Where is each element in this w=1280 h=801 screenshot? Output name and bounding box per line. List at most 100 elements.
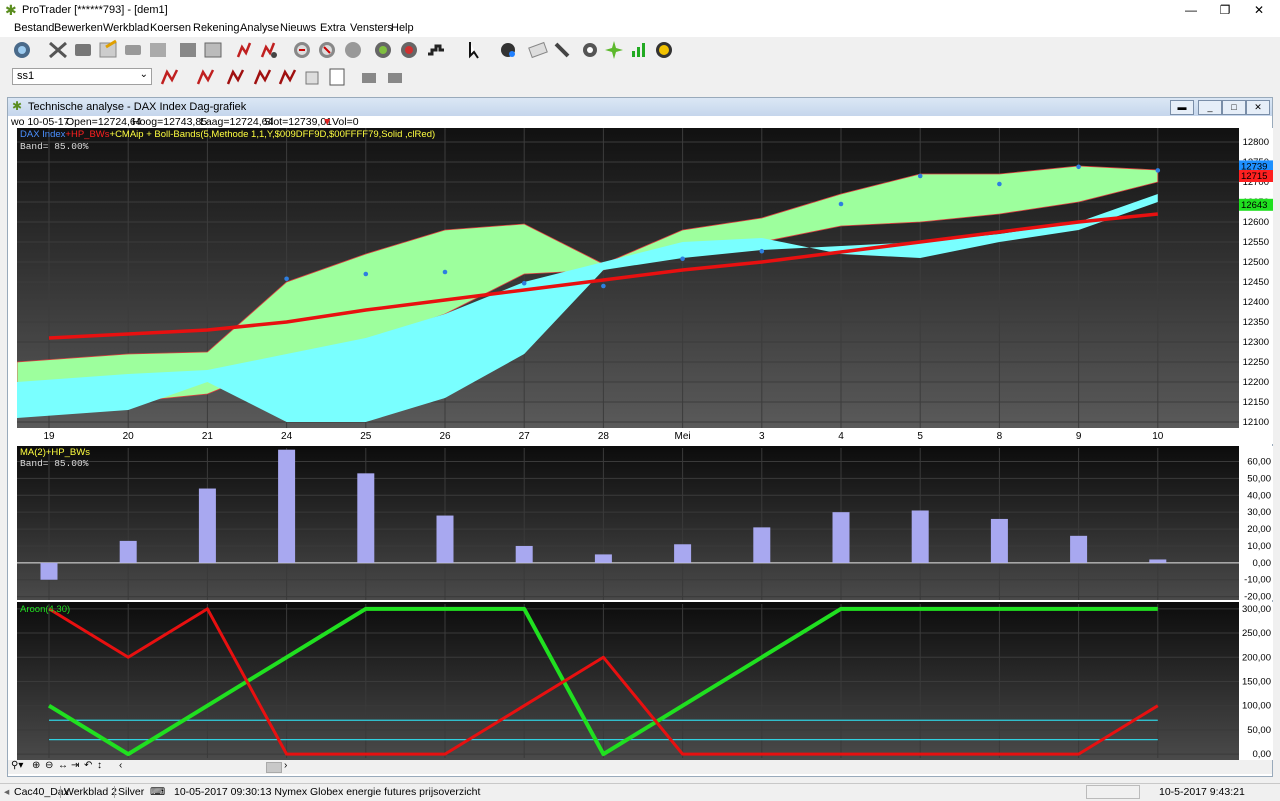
- close-button[interactable]: ✕: [1236, 0, 1280, 20]
- legend-hp: +HP_BWs: [65, 129, 109, 140]
- menu-help[interactable]: Help: [391, 22, 414, 34]
- aroon-tick-label: 200,00: [1242, 652, 1271, 663]
- date-tick-label: 28: [598, 431, 610, 442]
- price-tick-label: 12800: [1243, 137, 1269, 148]
- sheet-tab-silver[interactable]: Silver: [114, 786, 144, 798]
- dax-price-point: [442, 269, 448, 275]
- date-tick-label: 9: [1076, 431, 1082, 442]
- keyboard-icon: ⌨: [150, 786, 166, 798]
- scroll-left-arrow[interactable]: ‹: [119, 760, 122, 771]
- price-tick-label: 12500: [1243, 257, 1269, 268]
- x-axis-strip: [17, 428, 1239, 444]
- menu-bewerken[interactable]: Bewerken: [54, 22, 103, 34]
- sheet-tabs-arrow[interactable]: ◂: [4, 786, 9, 798]
- date-tick-label: 10: [1152, 431, 1164, 442]
- dax-price-point: [1076, 164, 1081, 170]
- horizontal-scroll-thumb[interactable]: [266, 762, 282, 773]
- oscillator-bar: [1149, 559, 1167, 563]
- dax-price-point: [521, 280, 527, 286]
- oscillator-bar: [436, 515, 454, 563]
- oscillator-bar: [674, 544, 692, 563]
- chevron-down-icon[interactable]: ⌄: [140, 69, 148, 80]
- aroon-tick-label: 50,00: [1247, 725, 1271, 736]
- menu-bestand[interactable]: Bestand: [14, 22, 54, 34]
- zoom-in-icon[interactable]: ⊕: [32, 760, 40, 771]
- menu-analyse[interactable]: Analyse: [240, 22, 279, 34]
- app-icon: ✱: [12, 99, 23, 113]
- date-tick-label: 27: [519, 431, 531, 442]
- dax-price-point: [838, 201, 844, 207]
- info-open: Open=12724,64: [66, 116, 142, 128]
- close-button[interactable]: ✕: [1246, 100, 1270, 115]
- oscillator-tick-label: -20,00: [1244, 592, 1271, 603]
- worksheet-select-value: ss1: [17, 70, 35, 82]
- search-icon[interactable]: ⚲▾: [11, 760, 23, 771]
- date-tick-label: 24: [281, 431, 293, 442]
- legend-dax: DAX Index: [20, 129, 66, 140]
- menu-vensters[interactable]: Vensters: [350, 22, 393, 34]
- fit-icon[interactable]: ⇥: [71, 760, 79, 771]
- menu-nieuws[interactable]: Nieuws: [280, 22, 316, 34]
- price-tick-label: 12350: [1243, 317, 1269, 328]
- dax-price-point: [759, 248, 765, 254]
- aroon-tick-label: 100,00: [1242, 701, 1271, 712]
- minimize-button[interactable]: _: [1198, 100, 1222, 115]
- aroon-tick-label: 150,00: [1242, 676, 1271, 687]
- price-tick-label: 12300: [1243, 337, 1269, 348]
- date-tick-label: 19: [43, 431, 55, 442]
- legend-boll: +CMAip + Boll-Bands(5,Methode 1,1,Y,$009…: [110, 129, 436, 140]
- news-ticker[interactable]: 10-05-2017 09:30:13 Nymex Globex energie…: [174, 786, 480, 798]
- status-clock: 10-5-2017 9:43:21: [1159, 786, 1245, 798]
- undo-icon[interactable]: ↶: [84, 760, 92, 771]
- price-tick-label: 12100: [1243, 417, 1269, 428]
- price-tick-label: 12250: [1243, 357, 1269, 368]
- oscillator-tick-label: 30,00: [1247, 507, 1271, 518]
- menu-rekening[interactable]: Rekening: [193, 22, 239, 34]
- menu-werkblad[interactable]: Werkblad: [103, 22, 149, 34]
- worksheet-select[interactable]: ss1 ⌄: [12, 68, 152, 85]
- oscillator-tick-label: 20,00: [1247, 524, 1271, 535]
- oscillator-bar: [911, 510, 929, 563]
- down-arrow-icon: ▼: [322, 116, 333, 128]
- dax-price-point: [284, 276, 289, 282]
- price-badge-label: 12643: [1241, 200, 1267, 211]
- date-tick-label: 25: [360, 431, 372, 442]
- dax-price-point: [363, 271, 369, 277]
- dax-price-point: [997, 181, 1002, 187]
- menu-extra[interactable]: Extra: [320, 22, 346, 34]
- vertical-expand-icon[interactable]: ↕: [97, 760, 102, 771]
- toolbar-icons[interactable]: [14, 39, 672, 59]
- date-tick-label: 26: [439, 431, 451, 442]
- oscillator-bar: [119, 540, 137, 563]
- window-title: ProTrader [******793] - [dem1]: [22, 4, 168, 16]
- aroon-legend: Aroon(4,30): [20, 604, 70, 615]
- sheet-tab-werkblad2[interactable]: Werkblad 2: [60, 786, 117, 798]
- menu-koersen[interactable]: Koersen: [150, 22, 191, 34]
- maximize-button[interactable]: □: [1222, 100, 1246, 115]
- date-tick-label: 3: [759, 431, 765, 442]
- oscillator-tick-label: 10,00: [1247, 541, 1271, 552]
- dax-price-point: [1155, 168, 1161, 173]
- oscillator-bar: [515, 545, 533, 563]
- oscillator-band-label: Band= 85.00%: [20, 458, 89, 469]
- chart-area[interactable]: 1280012750127001265012600125501250012450…: [17, 128, 1273, 760]
- oscillator-bar: [990, 518, 1008, 563]
- date-tick-label: 20: [123, 431, 135, 442]
- price-tick-label: 12450: [1243, 277, 1269, 288]
- price-tick-label: 12200: [1243, 377, 1269, 388]
- oscillator-bar: [832, 512, 850, 563]
- date-tick-label: 8: [997, 431, 1003, 442]
- panel-button[interactable]: ▬: [1170, 100, 1194, 115]
- price-badge-label: 12715: [1241, 171, 1267, 182]
- oscillator-bar: [1070, 535, 1088, 563]
- zoom-out-icon[interactable]: ⊖: [45, 760, 53, 771]
- scroll-right-arrow[interactable]: ›: [284, 760, 287, 771]
- app-icon: ✱: [5, 2, 17, 18]
- price-tick-label: 12400: [1243, 297, 1269, 308]
- info-high: Hoog=12743,85: [132, 116, 208, 128]
- chart-toolbar-icons[interactable]: [160, 68, 402, 86]
- chart-window-titlebar: ✱ Technische analyse - DAX Index Dag-gra…: [8, 98, 1272, 116]
- chart-toolbar: [0, 64, 1280, 90]
- dax-price-point: [680, 256, 685, 262]
- expand-icon[interactable]: ↔: [58, 760, 68, 771]
